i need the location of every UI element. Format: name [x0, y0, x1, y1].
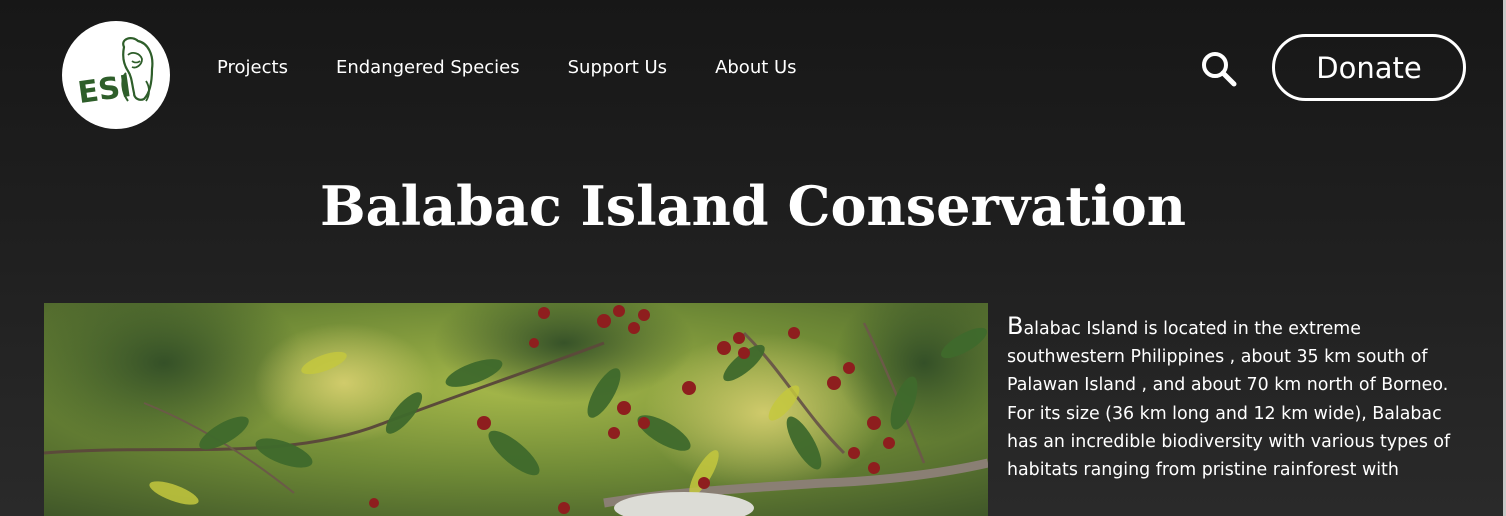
nav-item-about-us[interactable]: About Us: [715, 56, 797, 80]
nav-item-support-us[interactable]: Support Us: [568, 56, 667, 80]
main-nav: Projects Endangered Species Support Us A…: [217, 56, 797, 80]
donate-button[interactable]: Donate: [1272, 34, 1466, 101]
logo[interactable]: ESI: [62, 21, 170, 129]
search-icon: [1202, 52, 1237, 87]
search-button[interactable]: [1198, 48, 1240, 90]
intro-text: Balabac Island is located in the extreme…: [1007, 312, 1477, 484]
intro-paragraph: Balabac Island is located in the extreme…: [1007, 312, 1477, 400]
hero-photo: [44, 303, 988, 516]
svg-text:ESI: ESI: [76, 69, 134, 111]
nav-item-projects[interactable]: Projects: [217, 56, 288, 80]
drop-cap: B: [1007, 312, 1024, 340]
page-title: Balabac Island Conservation: [319, 174, 1187, 238]
logo-emblem-icon: ESI: [76, 37, 154, 111]
nav-item-endangered-species[interactable]: Endangered Species: [336, 56, 520, 80]
intro-paragraph-body: alabac Island is located in the extreme …: [1007, 319, 1449, 396]
paragraph-2: For its size (36 km long and 12 km wide)…: [1007, 403, 1451, 481]
